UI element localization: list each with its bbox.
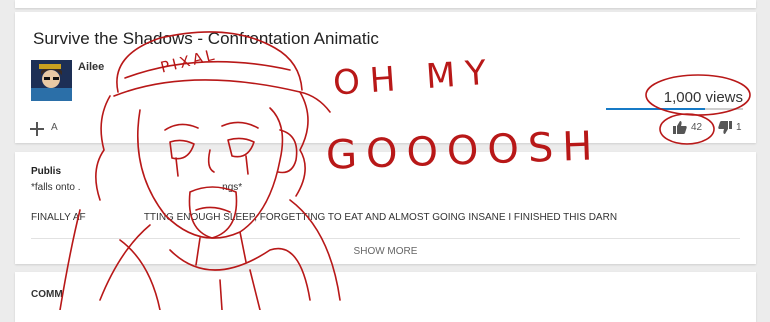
comments-card: COMM [15, 272, 756, 322]
add-to-icon[interactable] [27, 119, 47, 139]
published-date: Publis [31, 166, 62, 177]
avatar-image [31, 60, 72, 101]
add-to-label[interactable]: A [51, 122, 58, 133]
video-title: Survive the Shadows - Confrontation Anim… [33, 29, 379, 48]
description-line: *falls onto . ngs* [31, 182, 243, 193]
view-progress-bar [606, 108, 743, 110]
comments-heading: COMM [31, 289, 63, 300]
channel-name[interactable]: Ailee [78, 61, 104, 73]
dislike-button[interactable]: 1 [718, 118, 742, 136]
description-line: FINALLY AF TTING ENOUGH SLEEP, FORGETTIN… [31, 212, 618, 223]
thumbs-down-icon [718, 120, 732, 134]
view-progress-fill [606, 108, 705, 110]
exclamation-text: GOOOOSH [325, 123, 603, 179]
channel-avatar[interactable] [31, 60, 72, 101]
show-more-button[interactable]: SHOW MORE [15, 246, 756, 257]
like-count: 42 [691, 121, 703, 133]
previous-card [15, 0, 756, 8]
like-button[interactable]: 42 [673, 118, 702, 136]
view-count: 1,000 views [663, 89, 743, 106]
divider [31, 238, 740, 239]
dislike-count: 1 [736, 121, 742, 133]
thumbs-up-icon [673, 120, 687, 134]
